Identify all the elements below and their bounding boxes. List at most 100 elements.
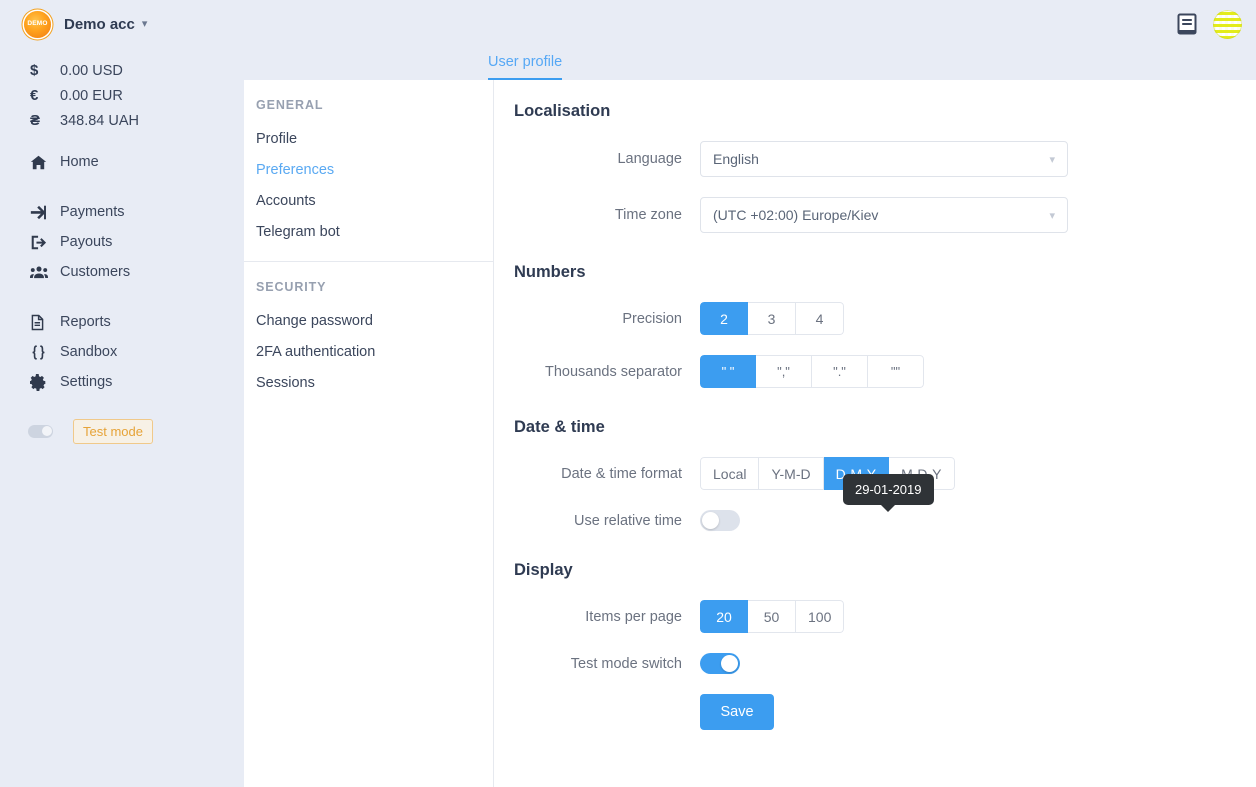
language-select[interactable]: English ▾ — [700, 141, 1068, 177]
separator-option-dot[interactable]: "." — [812, 355, 868, 388]
sidebar-item-customers[interactable]: Customers — [0, 257, 244, 287]
items-per-page-option-50[interactable]: 50 — [748, 600, 796, 633]
nav-spacer-1 — [0, 177, 244, 197]
nav-spacer-2 — [0, 287, 244, 307]
sidebar-item-reports[interactable]: Reports — [0, 307, 244, 337]
separator-option-space[interactable]: " " — [700, 355, 756, 388]
payouts-icon — [30, 234, 60, 251]
sidebar-item-payments[interactable]: Payments — [0, 197, 244, 227]
thousands-separator-button-group: " " "," "." "" — [700, 355, 924, 388]
avatar[interactable] — [1213, 9, 1242, 39]
field-items-per-page: Items per page 20 50 100 — [514, 600, 1256, 633]
subnav-group-general-title: GENERAL — [256, 98, 324, 112]
chevron-down-icon: ▾ — [1049, 209, 1055, 222]
test-mode-badge[interactable]: Test mode — [73, 418, 153, 444]
chevron-down-icon: ▾ — [1049, 153, 1055, 166]
settings-icon — [30, 373, 60, 391]
home-icon — [30, 154, 60, 171]
field-label-timezone: Time zone — [614, 207, 682, 223]
sidebar-item-payouts[interactable]: Payouts — [0, 227, 244, 257]
balance-amount-usd: 0.00 USD — [60, 62, 123, 79]
sidebar-item-reports-label: Reports — [60, 314, 111, 330]
field-label-relative-time: Use relative time — [574, 512, 682, 529]
app-root: DEMO Demo acc ▾ $ 0.00 USD € 0.00 EUR ₴ … — [0, 0, 1256, 787]
field-label-thousands-separator: Thousands separator — [544, 363, 682, 380]
precision-option-4[interactable]: 4 — [796, 302, 844, 335]
field-thousands-separator: Thousands separator " " "," "." "" — [514, 355, 1256, 388]
relative-time-toggle[interactable] — [700, 510, 740, 531]
currency-symbol-usd: $ — [30, 62, 39, 79]
sidebar-item-settings[interactable]: Settings — [0, 367, 244, 397]
precision-button-group: 2 3 4 — [700, 302, 844, 335]
field-label-items-per-page: Items per page — [585, 608, 682, 625]
sidebar-item-home[interactable]: Home — [0, 147, 244, 177]
sidebar-nav: Home Payments Payouts Customers Reports … — [0, 147, 244, 397]
tab-user-profile[interactable]: User profile — [488, 54, 563, 80]
field-label-precision: Precision — [622, 310, 682, 327]
right-pane: User profile GENERAL Profile Preferences… — [244, 0, 1256, 787]
timezone-select-value: (UTC +02:00) Europe/Kiev — [713, 207, 879, 223]
language-select-value: English — [713, 151, 759, 167]
customers-icon — [30, 263, 60, 281]
account-switcher[interactable]: DEMO Demo acc ▾ — [0, 0, 244, 48]
items-per-page-button-group: 20 50 100 — [700, 600, 845, 633]
sidebar: DEMO Demo acc ▾ $ 0.00 USD € 0.00 EUR ₴ … — [0, 0, 244, 787]
subnav-item-change-password[interactable]: Change password — [244, 306, 493, 337]
sandbox-icon — [30, 344, 60, 361]
subnav-item-sessions[interactable]: Sessions — [244, 368, 493, 399]
sidebar-item-home-label: Home — [60, 154, 99, 170]
section-title-display: Display — [514, 561, 573, 579]
subnav-item-accounts[interactable]: Accounts — [244, 186, 493, 217]
preferences-form: Localisation Language English ▾ Time zon… — [494, 80, 1256, 787]
tab-bar: User profile — [244, 48, 1256, 80]
field-test-mode-switch: Test mode switch — [514, 653, 1256, 674]
sidebar-item-sandbox-label: Sandbox — [60, 344, 118, 360]
save-button[interactable]: Save — [700, 694, 774, 730]
balance-row-eur: € 0.00 EUR — [0, 83, 244, 108]
sidebar-item-customers-label: Customers — [60, 264, 131, 280]
datetime-format-tooltip: 29-01-2019 — [843, 474, 934, 505]
reports-icon — [30, 314, 60, 331]
section-title-datetime: Date & time — [514, 418, 605, 436]
timezone-select[interactable]: (UTC +02:00) Europe/Kiev ▾ — [700, 197, 1068, 233]
field-label-datetime-format: Date & time format — [561, 465, 682, 482]
section-title-numbers: Numbers — [514, 263, 586, 281]
subnav-item-2fa-authentication[interactable]: 2FA authentication — [244, 337, 493, 368]
field-timezone: Time zone (UTC +02:00) Europe/Kiev ▾ — [514, 197, 1256, 233]
sidebar-item-settings-label: Settings — [60, 374, 113, 390]
separator-option-comma[interactable]: "," — [756, 355, 812, 388]
precision-option-2[interactable]: 2 — [700, 302, 748, 335]
items-per-page-option-20[interactable]: 20 — [700, 600, 748, 633]
content-body: GENERAL Profile Preferences Accounts Tel… — [244, 80, 1256, 787]
currency-symbol-uah: ₴ — [30, 112, 41, 129]
demo-logo-icon: DEMO — [22, 8, 53, 40]
sidebar-item-sandbox[interactable]: Sandbox — [0, 337, 244, 367]
field-precision: Precision 2 3 4 — [514, 302, 1256, 335]
currency-symbol-eur: € — [30, 87, 39, 104]
test-mode-row: Test mode — [0, 417, 244, 445]
separator-option-none[interactable]: "" — [868, 355, 924, 388]
subnav-item-profile[interactable]: Profile — [244, 124, 493, 155]
field-language: Language English ▾ — [514, 141, 1256, 177]
topbar — [244, 0, 1256, 48]
topbar-icons — [1177, 9, 1242, 39]
balance-row-uah: ₴ 348.84 UAH — [0, 108, 244, 133]
book-icon[interactable] — [1177, 13, 1197, 35]
datetime-format-option-ymd[interactable]: Y-M-D — [759, 457, 824, 490]
subnav-item-preferences[interactable]: Preferences — [244, 155, 493, 186]
datetime-format-option-local[interactable]: Local — [700, 457, 760, 490]
balance-amount-eur: 0.00 EUR — [60, 87, 123, 104]
subnav-item-telegram-bot[interactable]: Telegram bot — [244, 217, 493, 248]
items-per-page-option-100[interactable]: 100 — [796, 600, 845, 633]
test-mode-toggle[interactable] — [28, 424, 53, 438]
precision-option-3[interactable]: 3 — [748, 302, 796, 335]
test-mode-switch-toggle[interactable] — [700, 653, 740, 674]
chevron-down-icon: ▾ — [141, 17, 148, 30]
field-relative-time: Use relative time — [514, 510, 1256, 531]
balance-amount-uah: 348.84 UAH — [60, 112, 139, 129]
demo-logo-text: DEMO — [27, 19, 48, 27]
section-title-localisation: Localisation — [514, 102, 611, 120]
field-label-test-mode-switch: Test mode switch — [570, 655, 682, 672]
field-label-language: Language — [617, 151, 682, 167]
sidebar-item-payments-label: Payments — [60, 204, 125, 220]
